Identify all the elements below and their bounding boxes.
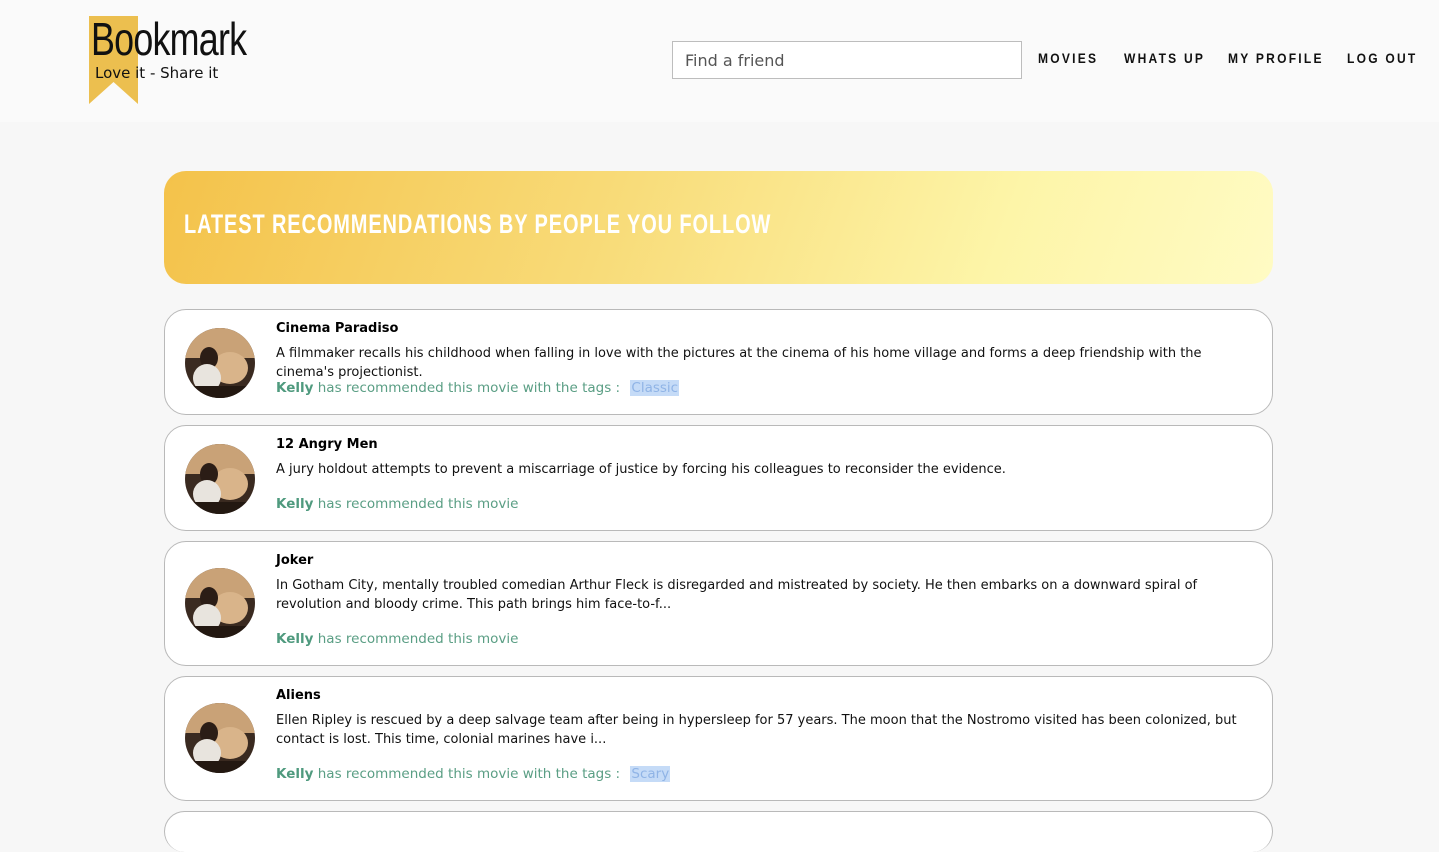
brand-name: Bookmark bbox=[91, 13, 247, 65]
movie-description: A jury holdout attempts to prevent a mis… bbox=[276, 462, 1006, 477]
avatar[interactable] bbox=[185, 444, 255, 514]
avatar[interactable] bbox=[185, 703, 255, 773]
user-photo-icon bbox=[185, 444, 255, 514]
recommendation-text: has recommended this movie with the tags… bbox=[317, 380, 621, 396]
recommendation-card[interactable]: Aliens Ellen Ripley is rescued by a deep… bbox=[164, 676, 1273, 801]
recommendation-card[interactable] bbox=[164, 811, 1273, 852]
recommendation-text: has recommended this movie with the tags… bbox=[317, 766, 621, 782]
movie-title[interactable]: Joker bbox=[276, 553, 313, 568]
nav-whats-up[interactable]: WHATS UP bbox=[1124, 50, 1205, 66]
recommender-name[interactable]: Kelly bbox=[276, 380, 313, 396]
recommendation-text: has recommended this movie bbox=[317, 631, 519, 647]
recommendation-line: Kelly has recommended this movie bbox=[276, 496, 518, 512]
user-photo-icon bbox=[185, 703, 255, 773]
tag-badge[interactable]: Classic bbox=[630, 380, 680, 396]
nav-movies[interactable]: MOVIES bbox=[1038, 50, 1098, 66]
banner-title: LATEST RECOMMENDATIONS BY PEOPLE YOU FOL… bbox=[184, 209, 772, 239]
recommendation-line: Kelly has recommended this movie bbox=[276, 631, 518, 647]
movie-title[interactable]: Cinema Paradiso bbox=[276, 321, 398, 336]
site-header: Bookmark Love it - Share it MOVIES WHATS… bbox=[0, 0, 1439, 122]
recommendation-line: Kelly has recommended this movie with th… bbox=[276, 766, 671, 782]
recommender-name[interactable]: Kelly bbox=[276, 496, 313, 512]
find-friend-input[interactable] bbox=[672, 41, 1022, 79]
recommendation-card[interactable]: Joker In Gotham City, mentally troubled … bbox=[164, 541, 1273, 666]
recommendation-text: has recommended this movie bbox=[317, 496, 519, 512]
recommendations-banner: LATEST RECOMMENDATIONS BY PEOPLE YOU FOL… bbox=[164, 171, 1273, 284]
nav-my-profile[interactable]: MY PROFILE bbox=[1228, 50, 1324, 66]
movie-description: In Gotham City, mentally troubled comedi… bbox=[276, 578, 1198, 612]
recommender-name[interactable]: Kelly bbox=[276, 766, 313, 782]
movie-description: A filmmaker recalls his childhood when f… bbox=[276, 346, 1202, 380]
bookmark-logo[interactable]: Bookmark Love it - Share it bbox=[89, 16, 279, 106]
recommendation-line: Kelly has recommended this movie with th… bbox=[276, 380, 680, 396]
user-photo-icon bbox=[185, 328, 255, 398]
brand-tagline: Love it - Share it bbox=[95, 64, 219, 82]
recommendation-card[interactable]: Cinema Paradiso A filmmaker recalls his … bbox=[164, 309, 1273, 415]
movie-title[interactable]: Aliens bbox=[276, 688, 321, 703]
recommender-name[interactable]: Kelly bbox=[276, 631, 313, 647]
movie-title[interactable]: 12 Angry Men bbox=[276, 437, 378, 452]
tag-badge[interactable]: Scary bbox=[630, 766, 671, 782]
recommendation-card[interactable]: 12 Angry Men A jury holdout attempts to … bbox=[164, 425, 1273, 531]
movie-description: Ellen Ripley is rescued by a deep salvag… bbox=[276, 713, 1237, 747]
nav-log-out[interactable]: LOG OUT bbox=[1347, 50, 1418, 66]
avatar[interactable] bbox=[185, 568, 255, 638]
avatar[interactable] bbox=[185, 328, 255, 398]
user-photo-icon bbox=[185, 568, 255, 638]
